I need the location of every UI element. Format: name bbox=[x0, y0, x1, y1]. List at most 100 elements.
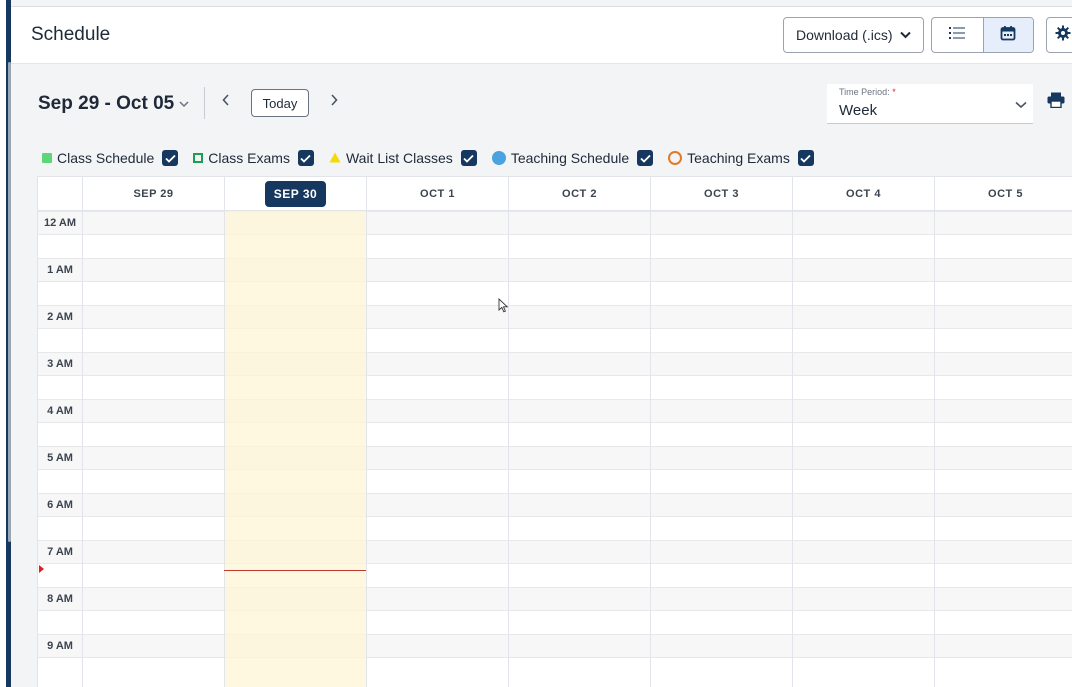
day-label: OCT 1 bbox=[420, 188, 455, 200]
day-label: OCT 3 bbox=[704, 188, 739, 200]
hour-row[interactable] bbox=[38, 305, 1072, 329]
day-header[interactable]: OCT 3 bbox=[650, 177, 792, 211]
day-header[interactable]: OCT 1 bbox=[366, 177, 508, 211]
day-column-divider bbox=[650, 211, 651, 687]
time-period-select[interactable]: Time Period: * Week bbox=[827, 84, 1033, 124]
calendar-header: SEP 29 SEP 30 OCT 1 OCT 2 OCT 3 OCT 4 OC… bbox=[38, 177, 1072, 211]
day-label: OCT 4 bbox=[846, 188, 881, 200]
date-range-selector[interactable]: Sep 29 - Oct 05 bbox=[38, 93, 189, 115]
previous-week-button[interactable] bbox=[216, 93, 236, 113]
time-period-label: Time Period: * bbox=[839, 87, 896, 97]
hour-label: 6 AM bbox=[47, 499, 73, 511]
date-range-label: Sep 29 - Oct 05 bbox=[38, 93, 175, 114]
download-ics-button[interactable]: Download (.ics) bbox=[783, 17, 924, 53]
half-hour-gridline bbox=[38, 375, 1072, 376]
hour-label: 12 AM bbox=[44, 217, 76, 229]
half-hour-gridline bbox=[38, 234, 1072, 235]
current-time-line bbox=[224, 570, 366, 571]
legend: Class Schedule Class Exams Wait List Cla… bbox=[42, 148, 829, 168]
triangle-icon bbox=[329, 150, 341, 166]
next-week-button[interactable] bbox=[324, 93, 344, 113]
chevron-down-icon bbox=[1015, 96, 1027, 114]
calendar-icon bbox=[1000, 25, 1016, 46]
half-hour-gridline bbox=[38, 469, 1072, 470]
day-column-divider bbox=[224, 211, 225, 687]
hour-gridline bbox=[38, 540, 1072, 541]
half-hour-gridline bbox=[38, 610, 1072, 611]
legend-label: Teaching Schedule bbox=[510, 150, 630, 166]
chevron-down-icon bbox=[179, 97, 189, 111]
chevron-down-icon bbox=[900, 28, 912, 42]
view-toggle-group bbox=[931, 17, 1034, 53]
hour-label: 3 AM bbox=[47, 358, 73, 370]
hour-gridline bbox=[38, 305, 1072, 306]
today-column-highlight bbox=[224, 211, 366, 687]
day-header[interactable]: OCT 4 bbox=[792, 177, 934, 211]
legend-label: Wait List Classes bbox=[345, 150, 453, 166]
outline-circle-icon bbox=[668, 151, 683, 165]
half-hour-gridline bbox=[38, 422, 1072, 423]
hour-label: 5 AM bbox=[47, 452, 73, 464]
day-header-today[interactable]: SEP 30 bbox=[224, 177, 366, 211]
download-button-label: Download (.ics) bbox=[796, 27, 893, 43]
checkbox[interactable] bbox=[162, 150, 179, 166]
settings-button[interactable] bbox=[1046, 17, 1072, 53]
hour-row[interactable] bbox=[38, 446, 1072, 470]
half-hour-gridline bbox=[38, 281, 1072, 282]
hour-row[interactable] bbox=[38, 399, 1072, 423]
checkbox[interactable] bbox=[460, 150, 477, 166]
hour-row[interactable] bbox=[38, 352, 1072, 376]
hour-label: 9 AM bbox=[47, 640, 73, 652]
hour-label: 1 AM bbox=[47, 264, 73, 276]
day-label: OCT 5 bbox=[988, 188, 1023, 200]
day-header[interactable]: SEP 29 bbox=[82, 177, 224, 211]
day-column-divider bbox=[508, 211, 509, 687]
legend-label: Teaching Exams bbox=[687, 150, 790, 166]
outline-square-icon bbox=[193, 153, 204, 163]
calendar-view-button[interactable] bbox=[982, 18, 1033, 52]
half-hour-gridline bbox=[38, 563, 1072, 564]
hour-gridline bbox=[38, 352, 1072, 353]
checkbox[interactable] bbox=[797, 150, 814, 166]
day-column-divider bbox=[366, 211, 367, 687]
legend-item-teaching-schedule: Teaching Schedule bbox=[491, 150, 654, 166]
day-column-divider bbox=[934, 211, 935, 687]
chevron-right-icon bbox=[330, 93, 338, 110]
hour-label: 2 AM bbox=[47, 311, 73, 323]
app: Schedule Download (.ics) Sep 29 - Oct 05… bbox=[11, 0, 1072, 687]
checkbox[interactable] bbox=[297, 150, 314, 166]
list-view-button[interactable] bbox=[932, 18, 983, 52]
mouse-pointer-icon bbox=[498, 297, 509, 318]
legend-item-class-schedule: Class Schedule bbox=[42, 150, 179, 166]
week-calendar-grid: SEP 29 SEP 30 OCT 1 OCT 2 OCT 3 OCT 4 OC… bbox=[37, 176, 1072, 687]
hour-row[interactable] bbox=[38, 540, 1072, 564]
hour-row[interactable] bbox=[38, 493, 1072, 517]
checkbox[interactable] bbox=[637, 150, 654, 166]
day-header[interactable]: OCT 5 bbox=[934, 177, 1072, 211]
hour-row[interactable] bbox=[38, 211, 1072, 235]
blue-circle-icon bbox=[491, 151, 506, 165]
hour-row[interactable] bbox=[38, 258, 1072, 282]
legend-label: Class Exams bbox=[208, 150, 290, 166]
day-column-divider bbox=[792, 211, 793, 687]
time-period-label-text: Time Period: bbox=[839, 87, 890, 97]
day-label: SEP 29 bbox=[133, 188, 174, 200]
today-button[interactable]: Today bbox=[251, 89, 309, 117]
toolbar-divider bbox=[204, 87, 205, 119]
current-time-marker bbox=[39, 565, 44, 573]
gear-icon bbox=[1055, 25, 1071, 46]
required-mark: * bbox=[892, 87, 896, 97]
hour-gridline bbox=[38, 493, 1072, 494]
hour-row[interactable] bbox=[38, 634, 1072, 658]
chevron-left-icon bbox=[222, 93, 230, 110]
hour-row[interactable] bbox=[38, 587, 1072, 611]
hour-gridline bbox=[38, 446, 1072, 447]
page-title: Schedule bbox=[31, 24, 111, 45]
half-hour-gridline bbox=[38, 516, 1072, 517]
half-hour-gridline bbox=[38, 328, 1072, 329]
page-header: Schedule Download (.ics) bbox=[11, 6, 1072, 64]
day-column-divider bbox=[82, 211, 83, 687]
print-button[interactable] bbox=[1047, 92, 1067, 112]
time-period-value: Week bbox=[839, 102, 878, 119]
day-header[interactable]: OCT 2 bbox=[508, 177, 650, 211]
